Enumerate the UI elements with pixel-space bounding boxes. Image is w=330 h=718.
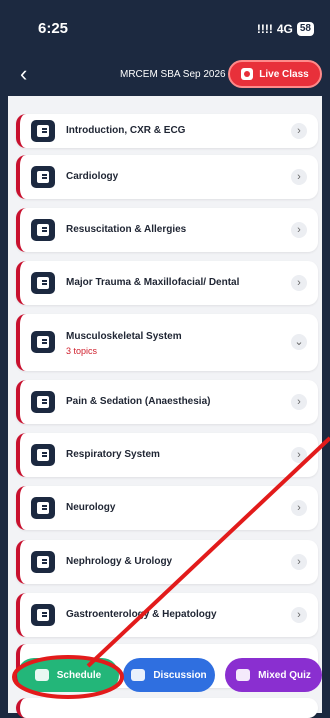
book-icon xyxy=(31,272,55,294)
book-icon xyxy=(31,497,55,519)
network-type: 4G xyxy=(276,22,293,36)
topic-card[interactable]: Major Trauma & Maxillofacial/ Dental › xyxy=(16,261,318,305)
chat-icon xyxy=(131,669,146,681)
book-icon xyxy=(31,391,55,413)
mixed-quiz-button[interactable]: Mixed Quiz xyxy=(225,658,322,692)
chevron-right-icon[interactable]: › xyxy=(291,394,307,410)
chevron-right-icon[interactable]: › xyxy=(291,169,307,185)
topic-title: Cardiology xyxy=(66,171,119,182)
record-icon xyxy=(241,68,254,80)
book-icon xyxy=(31,331,55,353)
status-bar: 6:25 !!!! 4G 58 xyxy=(0,0,330,56)
book-icon xyxy=(31,166,55,188)
chevron-down-icon[interactable]: ⌄ xyxy=(291,334,307,350)
book-icon xyxy=(31,219,55,241)
topic-card[interactable]: Respiratory System › xyxy=(16,433,318,477)
schedule-button[interactable]: Schedule xyxy=(17,658,119,692)
chevron-left-icon[interactable]: ‹ xyxy=(20,62,27,86)
mixed-quiz-label: Mixed Quiz xyxy=(258,669,311,681)
book-icon xyxy=(31,604,55,626)
top-bar: ‹ MRCEM SBA Sep 2026 Live Class xyxy=(0,56,330,96)
discussion-label: Discussion xyxy=(153,669,207,681)
chevron-right-icon[interactable]: › xyxy=(291,275,307,291)
book-icon xyxy=(31,120,55,142)
topic-title: Introduction, CXR & ECG xyxy=(66,125,186,136)
signal-icon: !!!! xyxy=(256,22,273,36)
topic-card-partial[interactable] xyxy=(16,698,318,718)
topic-title: Respiratory System xyxy=(66,449,160,460)
book-icon xyxy=(31,551,55,573)
topic-title: Nephrology & Urology xyxy=(66,556,173,567)
topic-card[interactable]: Nephrology & Urology › xyxy=(16,540,318,584)
topic-title: Neurology xyxy=(66,502,116,513)
course-title: MRCEM SBA Sep 2026 xyxy=(120,69,226,80)
topic-card[interactable]: Neurology › xyxy=(16,486,318,530)
schedule-label: Schedule xyxy=(56,669,102,681)
topic-count: 3 topics xyxy=(66,346,98,356)
calendar-icon xyxy=(34,669,49,681)
chevron-right-icon[interactable]: › xyxy=(291,554,307,570)
discussion-button[interactable]: Discussion xyxy=(123,658,215,692)
topic-card[interactable]: Resuscitation & Allergies › xyxy=(16,208,318,252)
chevron-right-icon[interactable]: › xyxy=(291,222,307,238)
topic-title: Musculoskeletal System xyxy=(66,331,182,342)
chevron-right-icon[interactable]: › xyxy=(291,607,307,623)
topic-card-expandable[interactable]: Musculoskeletal System 3 topics ⌄ xyxy=(16,314,318,371)
quiz-icon xyxy=(236,669,251,681)
topic-title: Gastroenterology & Hepatology xyxy=(66,609,217,620)
chevron-right-icon[interactable]: › xyxy=(291,500,307,516)
book-icon xyxy=(31,444,55,466)
topic-card[interactable]: Pain & Sedation (Anaesthesia) › xyxy=(16,380,318,424)
chevron-right-icon[interactable]: › xyxy=(291,123,307,139)
status-time: 6:25 xyxy=(38,20,69,37)
topic-card[interactable]: Gastroenterology & Hepatology › xyxy=(16,593,318,637)
topic-title: Resuscitation & Allergies xyxy=(66,224,187,235)
live-class-button[interactable]: Live Class xyxy=(228,60,322,88)
topic-card[interactable]: Cardiology › xyxy=(16,155,318,199)
topic-title: Major Trauma & Maxillofacial/ Dental xyxy=(66,277,240,288)
topic-title: Pain & Sedation (Anaesthesia) xyxy=(66,396,211,407)
topic-card[interactable]: Introduction, CXR & ECG › xyxy=(16,114,318,148)
live-class-label: Live Class xyxy=(259,68,309,80)
chevron-right-icon[interactable]: › xyxy=(291,447,307,463)
network-status: !!!! 4G 58 xyxy=(257,22,314,36)
battery-icon: 58 xyxy=(296,22,314,36)
